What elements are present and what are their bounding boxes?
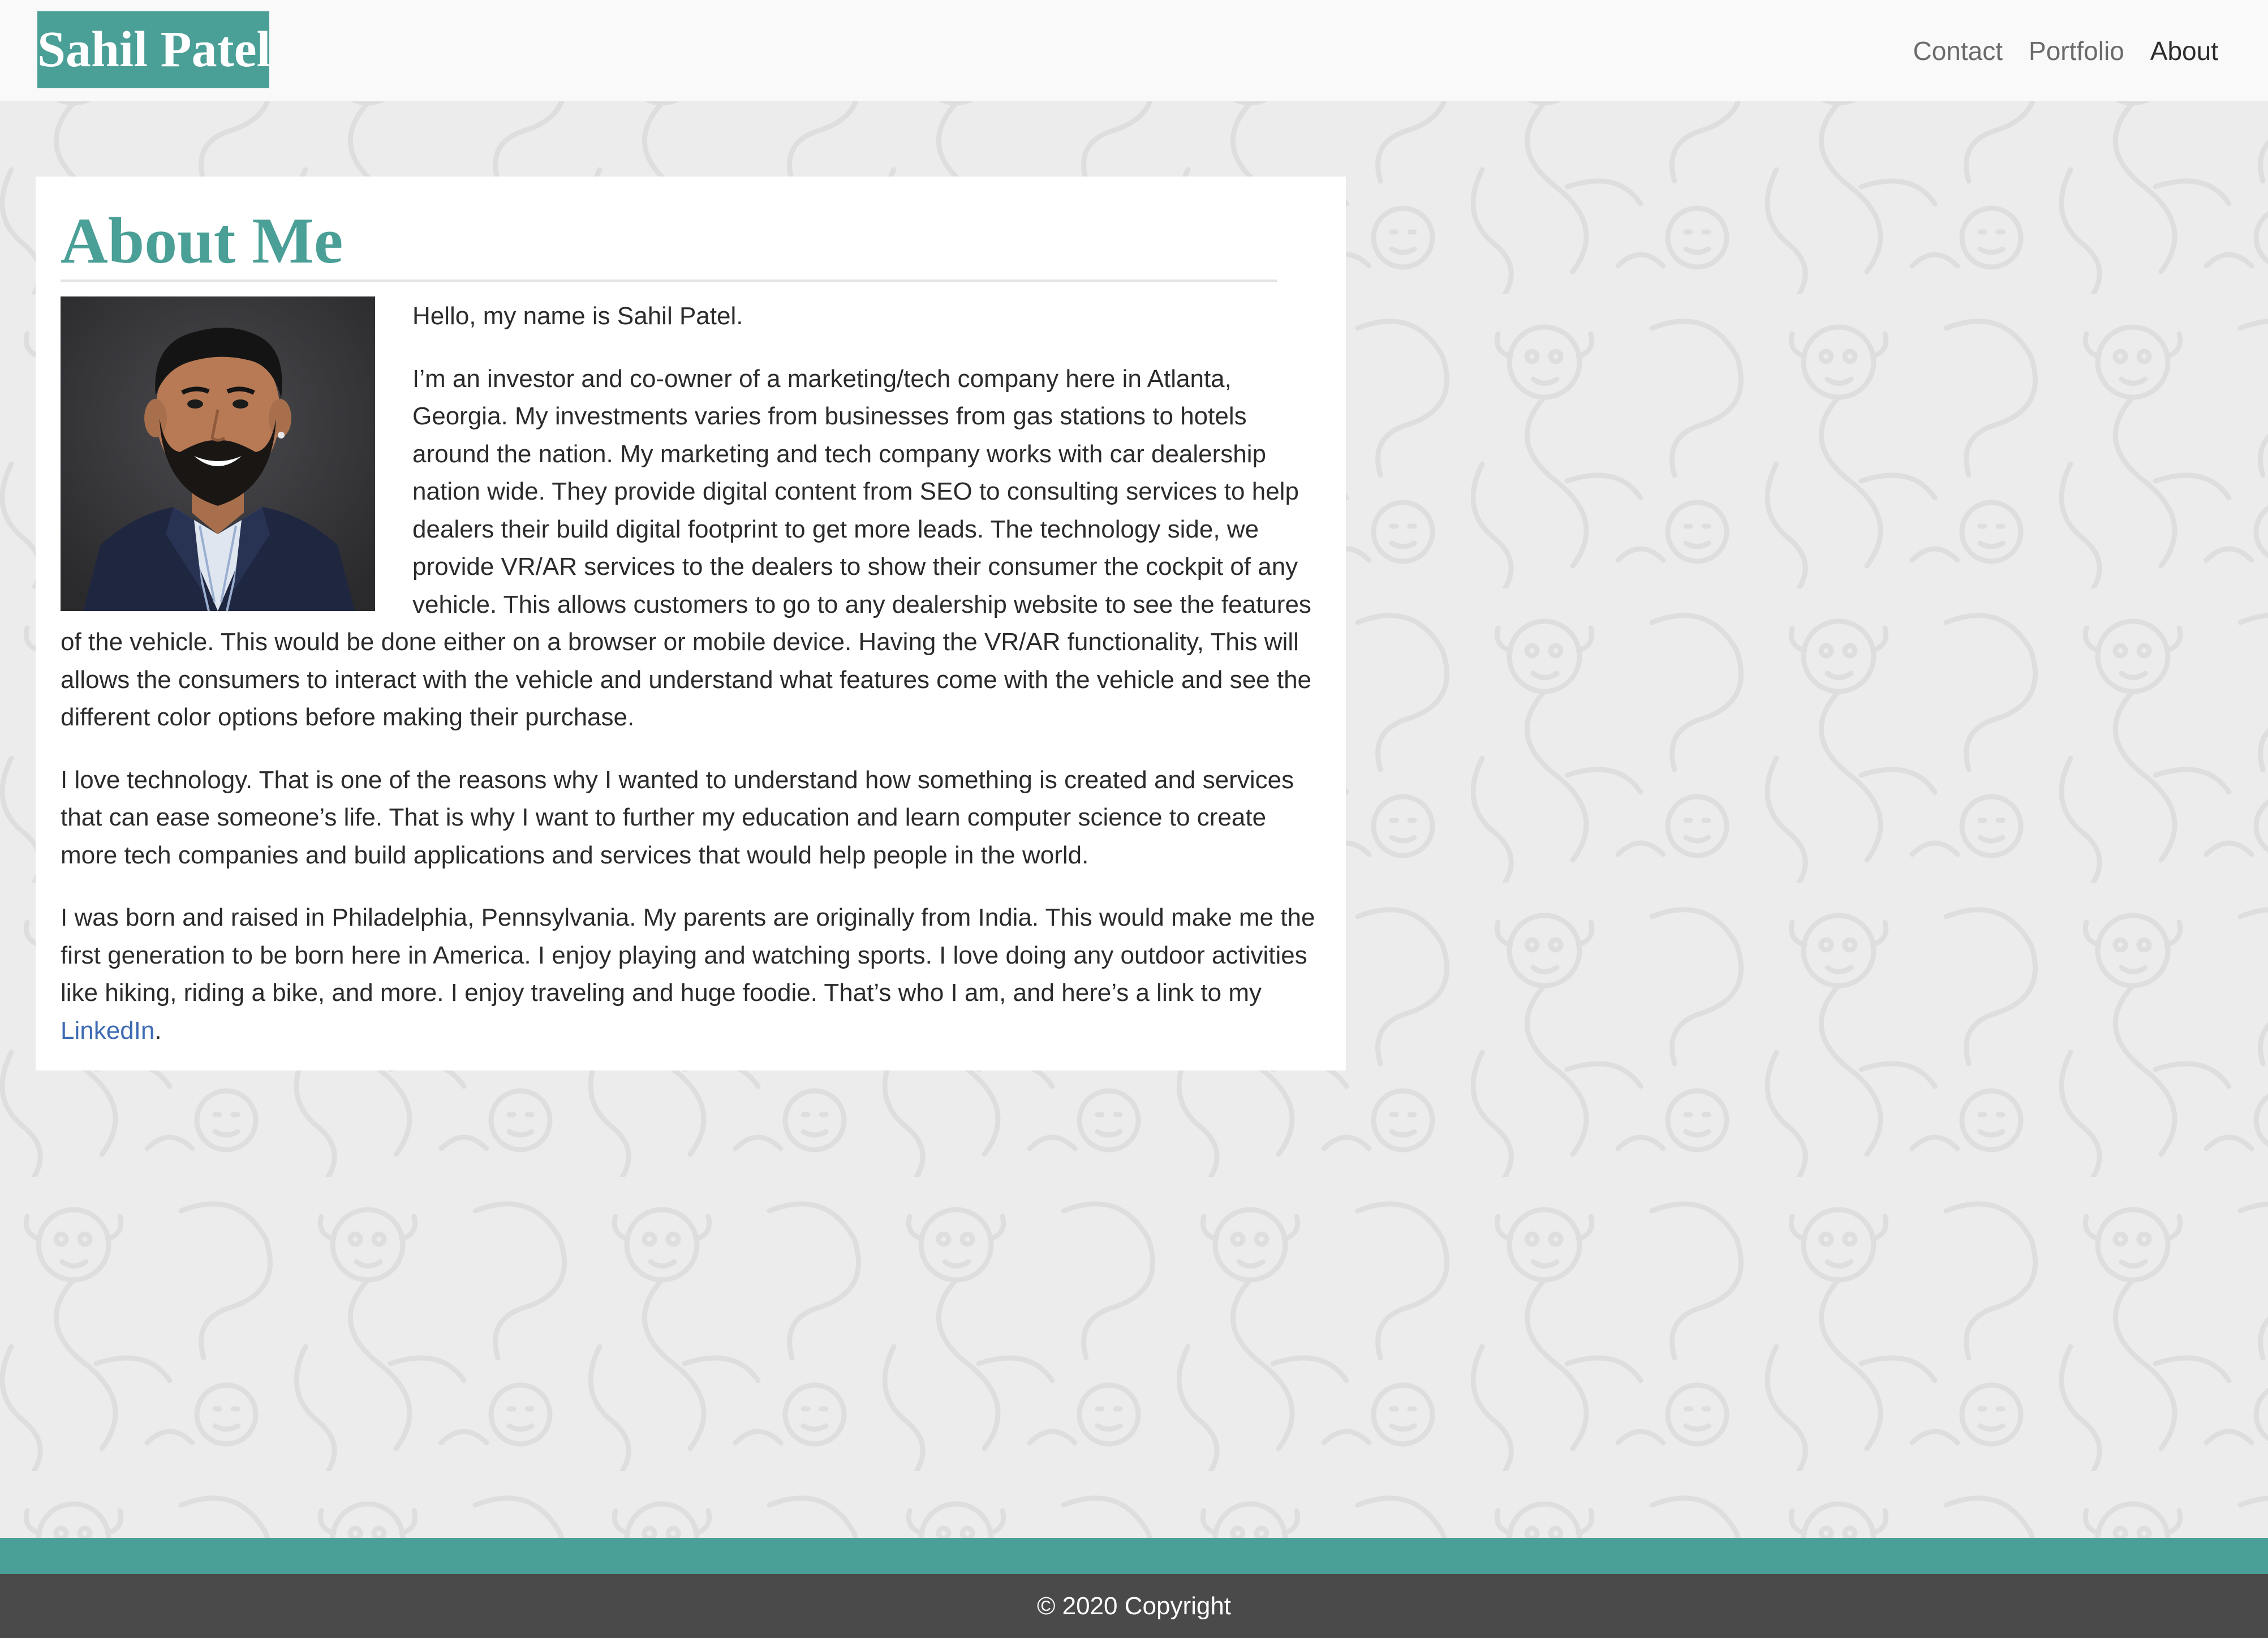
background-text-end: . — [154, 1016, 162, 1044]
main-nav: Contact Portfolio About — [1913, 28, 2219, 74]
linkedin-link[interactable]: LinkedIn — [61, 1017, 154, 1044]
site-footer: © 2020 Copyright — [0, 1574, 2268, 1638]
about-card: About Me Hello, my name is Sahil Patel. … — [36, 177, 1346, 1070]
site-logo[interactable]: Sahil Patel — [37, 11, 269, 88]
technology-paragraph: I love technology. That is one of the re… — [61, 766, 1294, 869]
nav-portfolio-link[interactable]: Portfolio — [2029, 36, 2124, 66]
background-paragraph: I was born and raised in Philadelphia, P… — [61, 899, 1321, 1050]
copyright-text: © 2020 Copyright — [1036, 1592, 1232, 1620]
site-header: Sahil Patel Contact Portfolio About — [0, 0, 2268, 101]
title-divider — [61, 280, 1277, 282]
nav-contact-link[interactable]: Contact — [1913, 36, 2003, 66]
nav-about-link[interactable]: About — [2150, 36, 2218, 66]
footer-accent-bar — [0, 1538, 2268, 1574]
background-text: I was born and raised in Philadelphia, P… — [61, 904, 1315, 1007]
profile-photo — [61, 296, 375, 611]
page-title: About Me — [61, 205, 343, 277]
